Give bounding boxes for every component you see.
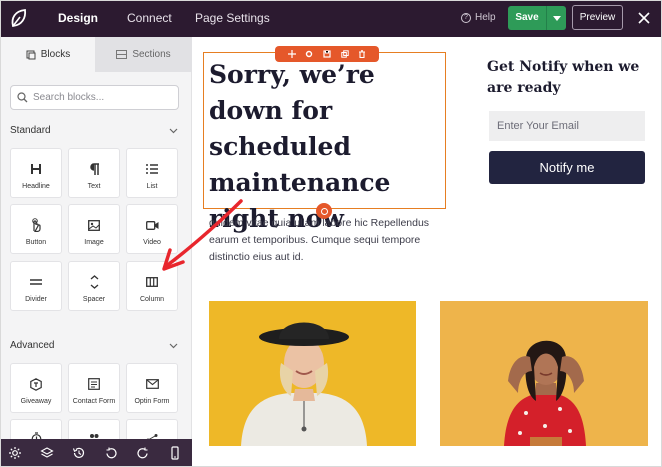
top-bar: Design Connect Page Settings ? Help Save… bbox=[1, 1, 661, 37]
help-link[interactable]: ? Help bbox=[461, 12, 496, 23]
block-column[interactable]: Column bbox=[126, 261, 178, 311]
column-icon bbox=[127, 274, 177, 290]
tab-sections-label: Sections bbox=[132, 49, 171, 60]
block-label: Spacer bbox=[82, 296, 106, 303]
layers-icon[interactable] bbox=[40, 446, 54, 460]
tab-connect[interactable]: Connect bbox=[127, 1, 172, 37]
block-video[interactable]: Video bbox=[126, 204, 178, 254]
search-field bbox=[10, 85, 179, 110]
mobile-preview-icon[interactable] bbox=[168, 446, 182, 460]
spacer-icon bbox=[69, 274, 119, 290]
block-label: Image bbox=[84, 239, 104, 246]
photo-woman-with-hat[interactable] bbox=[209, 301, 416, 446]
history-icon[interactable] bbox=[72, 446, 86, 460]
pointer-icon bbox=[11, 217, 61, 233]
blocks-icon bbox=[26, 50, 36, 59]
chevron-down-icon bbox=[169, 128, 178, 133]
sections-icon bbox=[116, 50, 128, 59]
standard-section-header[interactable]: Standard bbox=[10, 125, 178, 136]
close-icon[interactable] bbox=[635, 9, 653, 27]
photo-woman-in-red[interactable] bbox=[440, 301, 648, 446]
block-spacer[interactable]: Spacer bbox=[68, 261, 120, 311]
block-label: List bbox=[146, 183, 158, 190]
block-image[interactable]: Image bbox=[68, 204, 120, 254]
advanced-section-header[interactable]: Advanced bbox=[10, 340, 178, 351]
search-input[interactable] bbox=[33, 92, 173, 103]
block-contact-form[interactable]: Contact Form bbox=[68, 363, 120, 413]
contact-form-icon bbox=[69, 376, 119, 392]
notify-heading[interactable]: Get Notify when we are ready bbox=[487, 57, 657, 99]
block-label: Video bbox=[143, 239, 161, 246]
save-button[interactable]: Save bbox=[508, 6, 547, 30]
help-label: Help bbox=[475, 12, 496, 23]
block-text[interactable]: Text bbox=[68, 148, 120, 198]
block-optin-form[interactable]: Optin Form bbox=[126, 363, 178, 413]
paragraph-icon bbox=[69, 161, 119, 177]
advanced-section-title: Advanced bbox=[10, 340, 55, 351]
block-label: Contact Form bbox=[72, 398, 116, 405]
tab-blocks-label: Blocks bbox=[40, 49, 71, 60]
seedprod-logo-icon[interactable] bbox=[7, 6, 31, 32]
block-giveaway[interactable]: Giveaway bbox=[10, 363, 62, 413]
video-icon bbox=[127, 217, 177, 233]
image-icon bbox=[69, 217, 119, 233]
block-label: Optin Form bbox=[134, 398, 170, 405]
sidebar: Blocks Sections Standard Headline Text L… bbox=[1, 37, 192, 466]
chevron-down-icon bbox=[169, 343, 178, 348]
app-window: Design Connect Page Settings ? Help Save… bbox=[0, 0, 662, 467]
notify-button[interactable]: Notify me bbox=[489, 151, 645, 184]
body-paragraph[interactable]: quidem vitae quia ullam labore hic Repel… bbox=[209, 215, 449, 266]
block-label: Button bbox=[25, 239, 47, 246]
tab-design[interactable]: Design bbox=[58, 1, 98, 37]
tab-sections[interactable]: Sections bbox=[95, 37, 192, 72]
block-label: Headline bbox=[22, 183, 50, 190]
tab-blocks[interactable]: Blocks bbox=[1, 37, 95, 72]
envelope-icon bbox=[127, 376, 177, 392]
block-headline[interactable]: Headline bbox=[10, 148, 62, 198]
tab-page-settings[interactable]: Page Settings bbox=[195, 1, 270, 37]
bottom-toolbar bbox=[1, 439, 192, 466]
list-icon bbox=[127, 161, 177, 177]
standard-section-title: Standard bbox=[10, 125, 51, 136]
email-field[interactable] bbox=[489, 111, 645, 141]
headline-icon bbox=[11, 161, 61, 177]
settings-icon[interactable] bbox=[8, 446, 22, 460]
divider-icon bbox=[11, 274, 61, 290]
block-divider[interactable]: Divider bbox=[10, 261, 62, 311]
chevron-down-icon bbox=[552, 15, 561, 21]
block-label: Giveaway bbox=[20, 398, 52, 405]
block-label: Divider bbox=[25, 296, 47, 303]
redo-icon[interactable] bbox=[136, 446, 150, 460]
undo-icon[interactable] bbox=[104, 446, 118, 460]
save-dropdown-button[interactable] bbox=[547, 6, 566, 30]
help-icon: ? bbox=[461, 12, 471, 23]
preview-button[interactable]: Preview bbox=[572, 5, 623, 30]
save-button-group: Save bbox=[508, 6, 566, 30]
block-label: Text bbox=[87, 183, 101, 190]
block-list[interactable]: List bbox=[126, 148, 178, 198]
page-canvas: Sorry, we’re down for scheduled maintena… bbox=[193, 37, 661, 466]
search-icon bbox=[17, 92, 28, 103]
block-label: Column bbox=[139, 296, 165, 303]
giveaway-icon bbox=[11, 376, 61, 392]
block-button[interactable]: Button bbox=[10, 204, 62, 254]
